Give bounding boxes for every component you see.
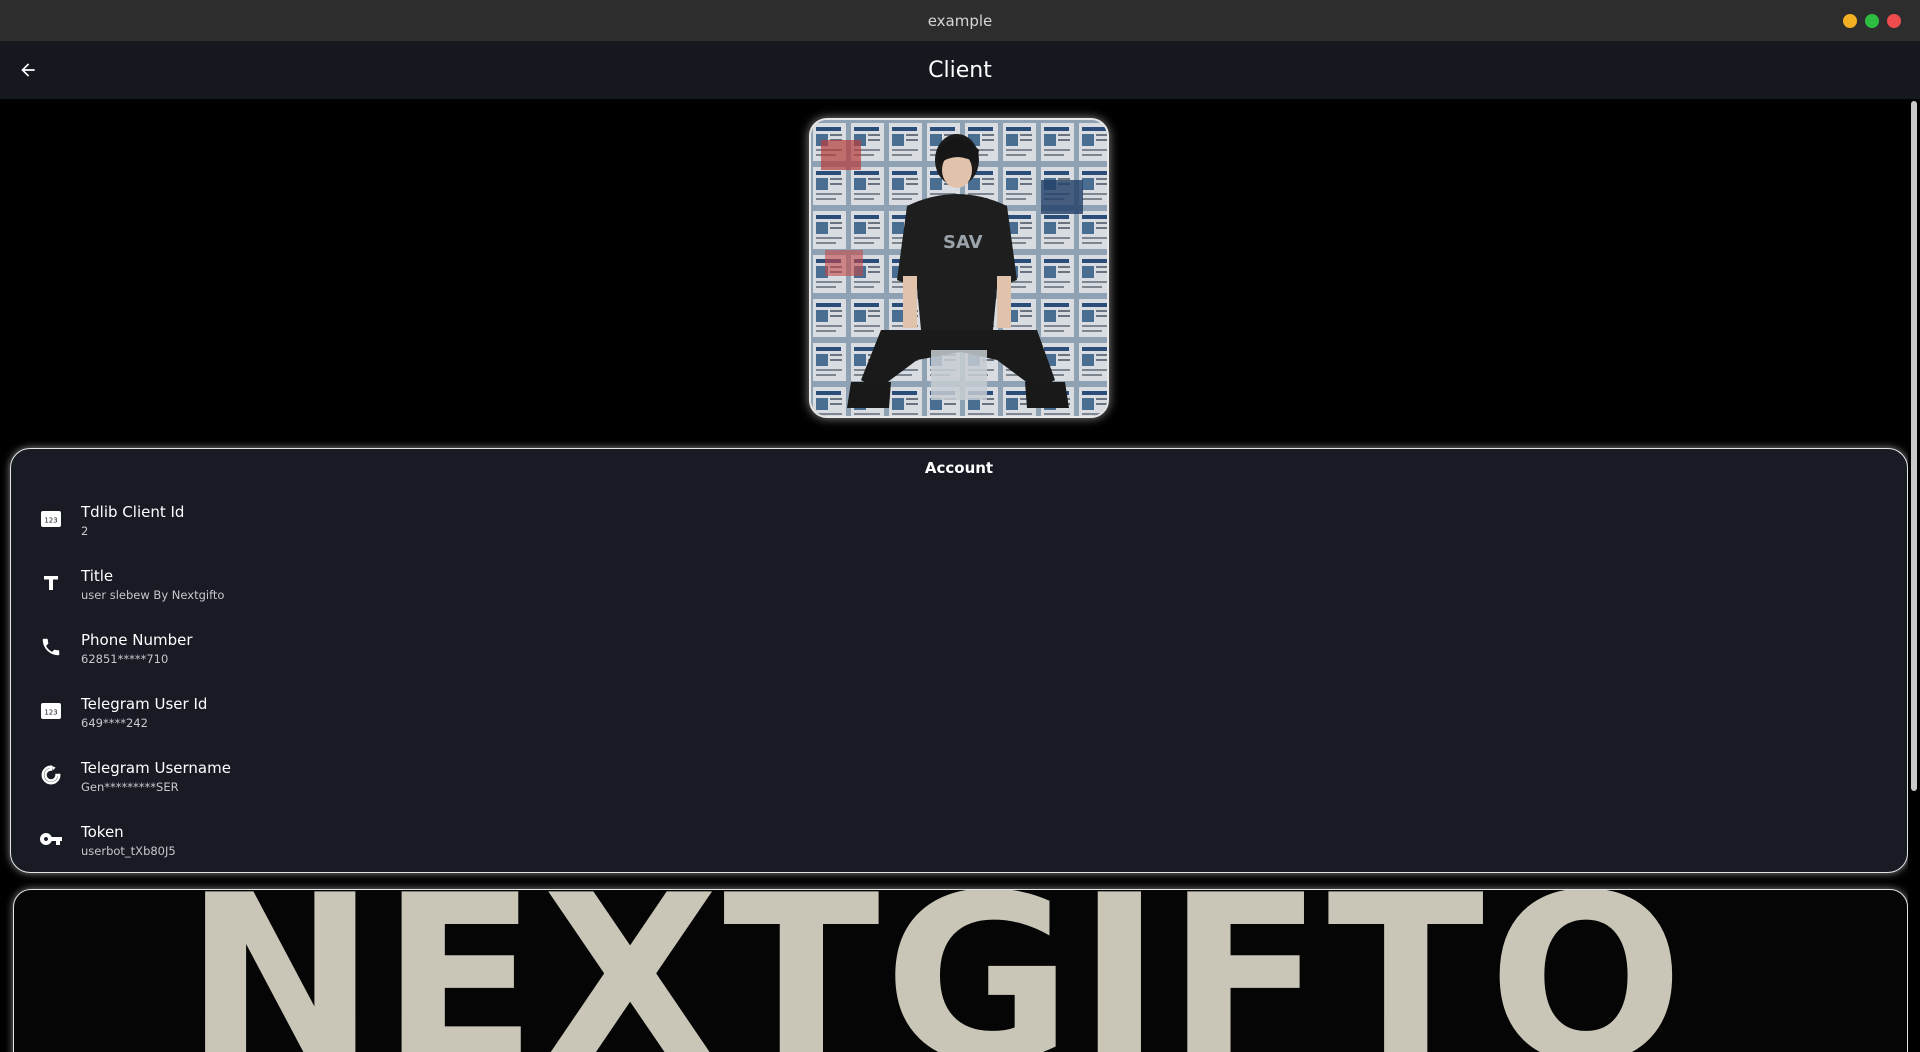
row-telegram-username[interactable]: Telegram Username Gen*********SER (11, 747, 1908, 811)
row-label: Phone Number (81, 631, 193, 649)
row-telegram-user-id[interactable]: 123 Telegram User Id 649****242 (11, 683, 1908, 747)
row-phone-number[interactable]: Phone Number 62851*****710 (11, 619, 1908, 683)
row-label: Tdlib Client Id (81, 503, 185, 521)
scrollbar-thumb[interactable] (1911, 101, 1917, 791)
row-value: 649****242 (81, 716, 148, 730)
row-label: Telegram User Id (81, 695, 208, 713)
app-bar: Client (0, 42, 1920, 99)
svg-text:SAV: SAV (943, 232, 983, 253)
row-title[interactable]: Title user slebew By Nextgifto (11, 555, 1908, 619)
minimize-button[interactable] (1843, 14, 1857, 28)
avatar[interactable]: SAV (809, 118, 1109, 418)
text-title-icon (39, 571, 63, 595)
row-label: Token (81, 823, 124, 841)
content-area[interactable]: SAV Account 123 Tdlib Client Id 2 Title … (0, 99, 1908, 1052)
svg-text:123: 123 (44, 517, 57, 525)
window-title: example (927, 12, 993, 30)
page-title: Client (928, 58, 992, 83)
row-value: 2 (81, 524, 89, 538)
arrow-back-icon (21, 63, 35, 77)
svg-text:123: 123 (44, 709, 57, 717)
account-heading: Account (924, 459, 994, 477)
row-value: 62851*****710 (81, 652, 169, 666)
row-tdlib-client-id[interactable]: 123 Tdlib Client Id 2 (11, 491, 1908, 555)
window-titlebar: example (0, 0, 1920, 42)
back-button[interactable] (12, 54, 44, 86)
banner-logo-text: NEXTGIFTO (184, 889, 1688, 1052)
phone-icon (39, 635, 63, 659)
row-value: user slebew By Nextgifto (81, 588, 225, 602)
close-button[interactable] (1887, 14, 1901, 28)
row-value: userbot_tXb80J5 (81, 844, 176, 858)
number-icon: 123 (39, 507, 63, 531)
row-value: Gen*********SER (81, 780, 179, 794)
key-icon (39, 827, 63, 851)
account-card: Account 123 Tdlib Client Id 2 Title user… (10, 448, 1908, 873)
row-token[interactable]: Token userbot_tXb80J5 (11, 811, 1908, 875)
maximize-button[interactable] (1865, 14, 1879, 28)
circle-refresh-icon (39, 763, 63, 787)
profile-photo: SAV (811, 120, 1107, 416)
row-label: Telegram Username (81, 759, 231, 777)
row-label: Title (81, 567, 114, 585)
brand-banner: NEXTGIFTO (13, 889, 1908, 1052)
number-icon: 123 (39, 699, 63, 723)
